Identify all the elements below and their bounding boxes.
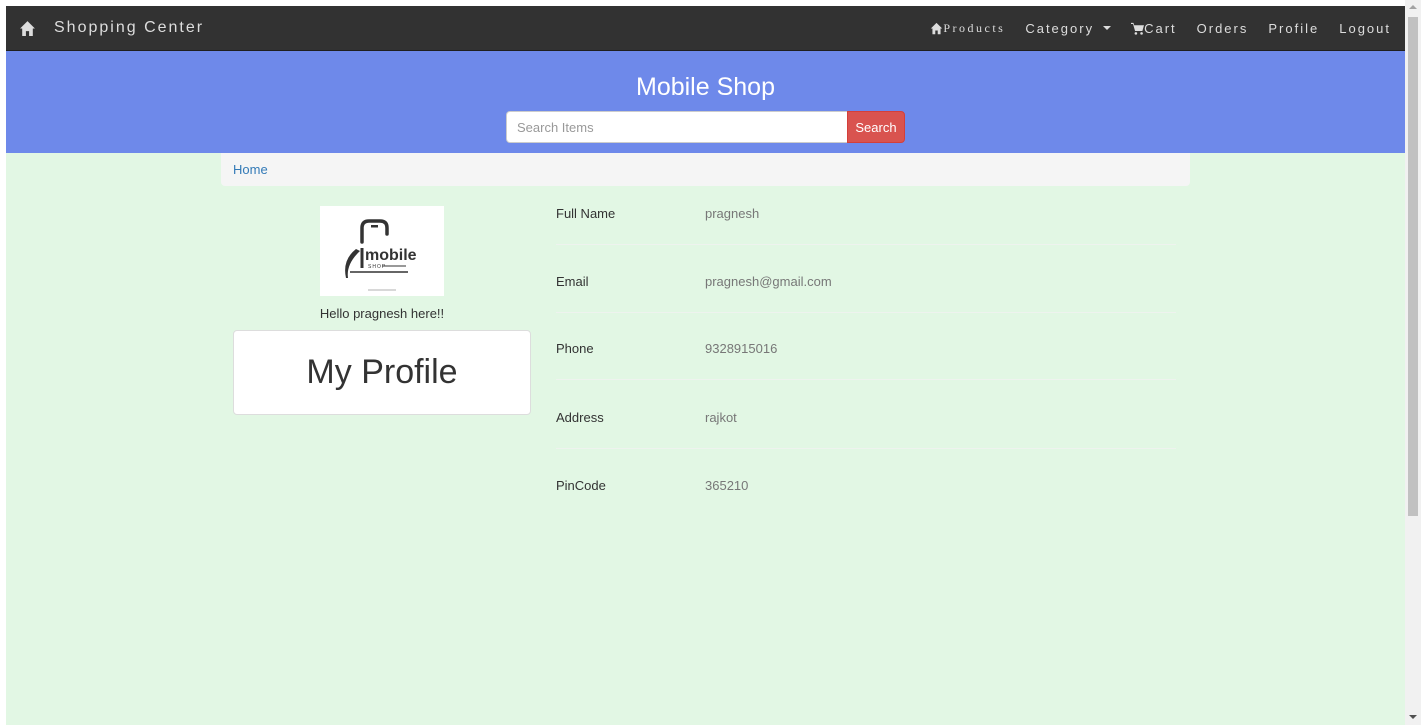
mobile-shop-logo: mobile SHOP — [345, 219, 417, 291]
detail-row-email: Email pragnesh@gmail.com — [556, 266, 1176, 334]
my-profile-title: My Profile — [306, 353, 458, 391]
caret-down-icon — [1103, 26, 1112, 30]
breadcrumb-home-link[interactable]: Home — [233, 162, 268, 177]
site-title: Mobile Shop — [636, 73, 775, 101]
nav-orders-label: Orders — [1196, 20, 1249, 36]
nav-profile-label: Profile — [1268, 20, 1320, 36]
site-header: Mobile Shop Search — [6, 51, 1405, 153]
left-strip — [0, 0, 6, 725]
profile-logo: mobile SHOP — [320, 206, 444, 296]
detail-label: PinCode — [556, 478, 606, 493]
detail-label: Email — [556, 274, 589, 289]
logo-subtext: SHOP — [368, 264, 386, 270]
my-profile-card: My Profile — [233, 330, 531, 415]
row-divider — [556, 244, 1176, 245]
navbar: Shopping Center Products Category Cart O… — [6, 6, 1405, 51]
detail-value: 9328915016 — [705, 341, 778, 356]
detail-label: Address — [556, 410, 604, 425]
nav-logout[interactable]: Logout — [1339, 21, 1391, 36]
detail-row-pincode: PinCode 365210 — [556, 470, 1176, 538]
nav-category-dropdown[interactable]: Category — [1025, 20, 1112, 36]
detail-value: pragnesh@gmail.com — [705, 274, 832, 289]
greeting-text: Hello pragnesh here!! — [319, 306, 445, 321]
detail-row-full-name: Full Name pragnesh — [556, 198, 1176, 266]
nav-links: Products Category Cart Orders Profile Lo… — [910, 6, 1391, 50]
scroll-thumb[interactable] — [1408, 17, 1418, 516]
brand-text: Shopping Center — [54, 19, 205, 36]
scroll-up-arrow-icon[interactable] — [1409, 5, 1417, 9]
scroll-down-arrow-icon[interactable] — [1409, 715, 1417, 719]
detail-row-address: Address rajkot — [556, 402, 1176, 470]
detail-label: Phone — [556, 341, 594, 356]
home-icon — [20, 20, 35, 36]
search-button[interactable]: Search — [847, 111, 905, 143]
detail-value: pragnesh — [705, 206, 760, 221]
nav-products[interactable]: Products — [930, 21, 1005, 36]
detail-label: Full Name — [556, 206, 616, 221]
page: Shopping Center Products Category Cart O… — [0, 0, 1405, 725]
row-divider — [556, 379, 1176, 380]
nav-cart-label: Cart — [1144, 20, 1177, 36]
row-divider — [556, 312, 1176, 313]
breadcrumb: Home — [221, 153, 1190, 186]
nav-orders[interactable]: Orders — [1197, 21, 1249, 36]
detail-value: rajkot — [705, 410, 737, 425]
nav-category-label: Category — [1025, 20, 1095, 36]
detail-row-phone: Phone 9328915016 — [556, 333, 1176, 401]
cart-icon — [1131, 22, 1145, 35]
detail-value: 365210 — [705, 478, 749, 493]
brand-link[interactable]: Shopping Center — [19, 6, 204, 50]
row-divider — [556, 448, 1176, 449]
logo-text: mobile — [365, 247, 417, 264]
nav-products-label: Products — [943, 20, 1006, 35]
nav-cart[interactable]: Cart — [1131, 21, 1177, 36]
search-input[interactable] — [506, 111, 847, 143]
home-icon — [931, 22, 943, 34]
nav-profile[interactable]: Profile — [1268, 21, 1319, 36]
nav-logout-label: Logout — [1339, 20, 1391, 36]
page-scrollbar[interactable] — [1405, 0, 1421, 725]
